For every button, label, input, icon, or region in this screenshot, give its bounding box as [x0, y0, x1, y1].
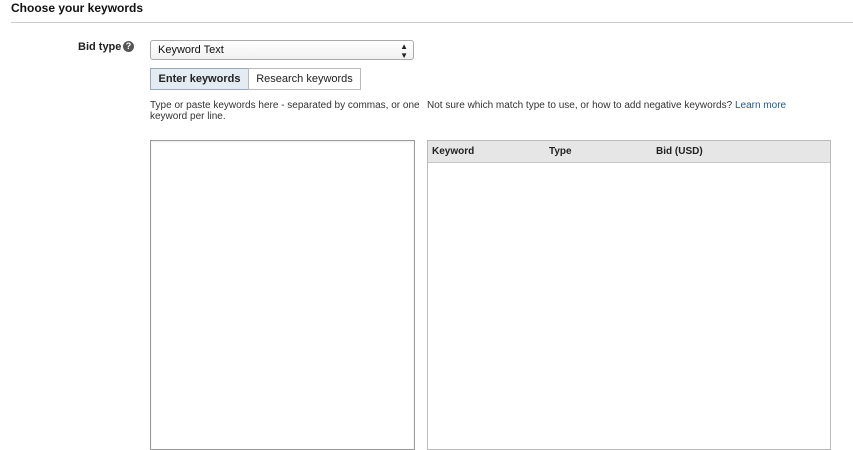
- tab-enter-keywords[interactable]: Enter keywords: [150, 68, 249, 90]
- column-type[interactable]: Type: [549, 141, 572, 162]
- table-header: Keyword Type Bid (USD): [428, 141, 830, 163]
- bid-type-select[interactable]: Keyword Text ▲ ▼: [150, 40, 414, 60]
- section-divider: [11, 22, 853, 23]
- learn-more-link[interactable]: Learn more: [735, 100, 786, 111]
- column-keyword[interactable]: Keyword: [432, 141, 474, 162]
- bid-type-selected-value: Keyword Text: [158, 44, 224, 56]
- match-type-help: Not sure which match type to use, or how…: [427, 100, 786, 111]
- tab-research-keywords[interactable]: Research keywords: [248, 68, 361, 90]
- help-icon[interactable]: ?: [123, 41, 134, 52]
- bid-type-label: Bid type: [78, 41, 122, 53]
- section-title: Choose your keywords: [11, 1, 144, 15]
- match-type-help-text: Not sure which match type to use, or how…: [427, 100, 733, 111]
- select-arrows-icon: ▲ ▼: [400, 42, 408, 60]
- column-bid[interactable]: Bid (USD): [656, 141, 703, 162]
- keyword-instructions: Type or paste keywords here - separated …: [150, 100, 420, 122]
- keyword-input[interactable]: [150, 140, 415, 450]
- keyword-table: Keyword Type Bid (USD): [427, 140, 831, 450]
